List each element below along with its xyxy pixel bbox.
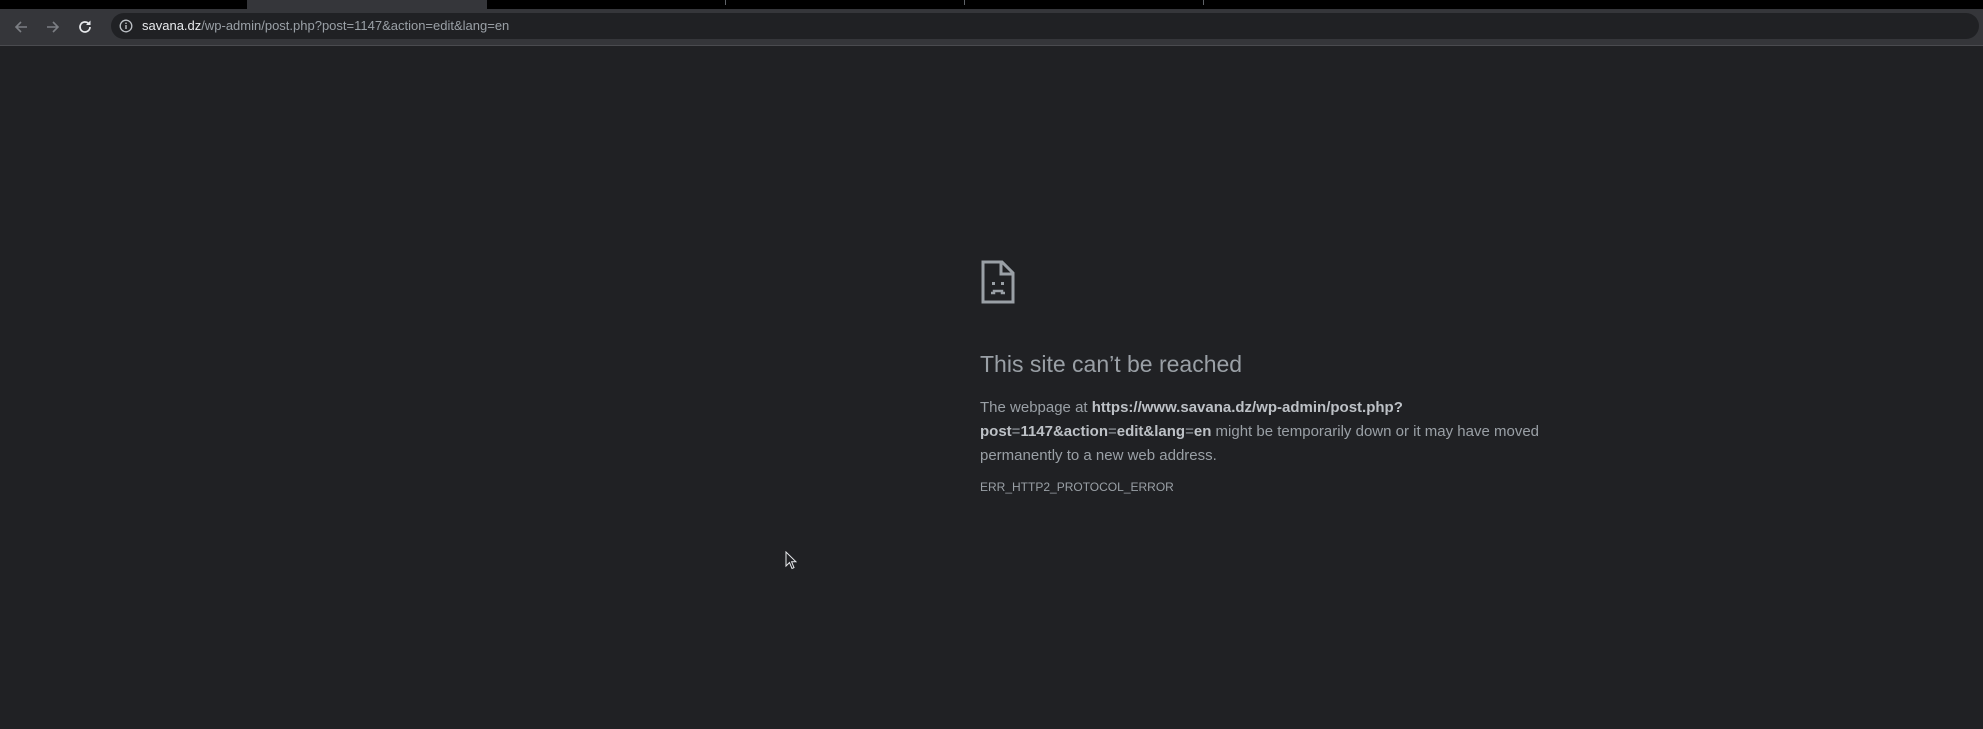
message-url-part: 1147&action	[1020, 423, 1108, 440]
url-host: savana.dz	[142, 18, 202, 33]
address-bar[interactable]: savana.dz/wp-admin/post.php?post=1147&ac…	[111, 13, 1979, 39]
url-path: /wp-admin/post.php?post=1147&action=edit…	[201, 18, 510, 33]
error-title: This site can’t be reached	[980, 351, 1243, 377]
browser-toolbar: savana.dz/wp-admin/post.php?post=1147&ac…	[0, 9, 1983, 46]
tab-strip	[0, 0, 1983, 9]
tab-separator	[725, 0, 726, 5]
message-url-part: =	[1107, 423, 1117, 440]
message-url-part: edit&lang	[1116, 423, 1186, 440]
mouse-cursor-icon	[785, 551, 797, 570]
site-info-button[interactable]	[118, 18, 134, 34]
tab-separator	[1203, 0, 1204, 5]
url-text[interactable]: savana.dz/wp-admin/post.php?post=1147&ac…	[142, 13, 509, 39]
message-prefix: The webpage at	[980, 399, 1092, 416]
reload-button[interactable]	[73, 15, 97, 39]
error-message: The webpage at https://www.savana.dz/wp-…	[980, 396, 1570, 468]
back-button[interactable]	[9, 15, 33, 39]
arrow-left-icon	[14, 21, 27, 33]
message-url-part: post	[980, 423, 1012, 440]
info-icon	[119, 19, 133, 33]
forward-button[interactable]	[41, 15, 65, 39]
sad-document-icon	[981, 260, 1015, 304]
arrow-right-icon	[47, 21, 60, 33]
error-content: This site can’t be reached The webpage a…	[980, 260, 1580, 494]
error-code: ERR_HTTP2_PROTOCOL_ERROR	[980, 480, 1174, 494]
tab-separator	[964, 0, 965, 5]
message-url-part: =	[1185, 423, 1194, 440]
message-url-part: https://www.savana.dz/wp-admin/post.php?	[1091, 399, 1403, 416]
reload-icon	[79, 20, 91, 33]
active-tab[interactable]	[247, 0, 487, 9]
message-url-part: en	[1193, 423, 1212, 440]
